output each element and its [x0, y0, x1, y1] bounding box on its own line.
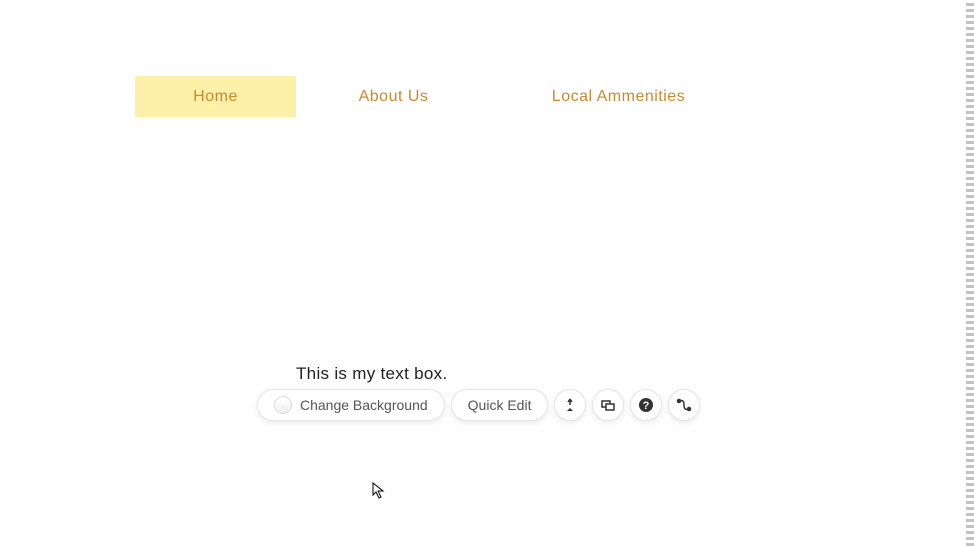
- help-icon: ?: [638, 397, 654, 413]
- layout-icon-button[interactable]: [592, 389, 624, 421]
- change-background-button[interactable]: Change Background: [257, 389, 445, 421]
- quick-edit-button[interactable]: Quick Edit: [451, 389, 549, 421]
- strip-toolbar: Change Background Quick Edit ?: [257, 389, 700, 421]
- color-ring-icon: [274, 396, 292, 414]
- animation-icon-button[interactable]: [668, 389, 700, 421]
- text-box[interactable]: This is my text box.: [296, 364, 447, 384]
- nav-item-home[interactable]: Home: [135, 76, 296, 117]
- text-box-content: This is my text box.: [296, 364, 447, 383]
- stretch-icon: [562, 397, 578, 413]
- help-icon-button[interactable]: ?: [630, 389, 662, 421]
- button-label: Quick Edit: [468, 397, 532, 413]
- button-label: Change Background: [300, 397, 428, 413]
- nav-menu: Home About Us Local Ammenities: [135, 76, 746, 117]
- nav-label: Local Ammenities: [552, 88, 685, 106]
- nav-label: About Us: [359, 88, 429, 106]
- layout-icon: [600, 397, 616, 413]
- svg-text:?: ?: [643, 400, 650, 412]
- nav-label: Home: [193, 88, 238, 106]
- page-boundary-edge: [966, 0, 974, 546]
- nav-item-about[interactable]: About Us: [296, 76, 491, 117]
- stretch-icon-button[interactable]: [554, 389, 586, 421]
- nav-item-local-amenities[interactable]: Local Ammenities: [491, 76, 746, 117]
- mouse-cursor-icon: [372, 482, 386, 500]
- animation-icon: [676, 397, 692, 413]
